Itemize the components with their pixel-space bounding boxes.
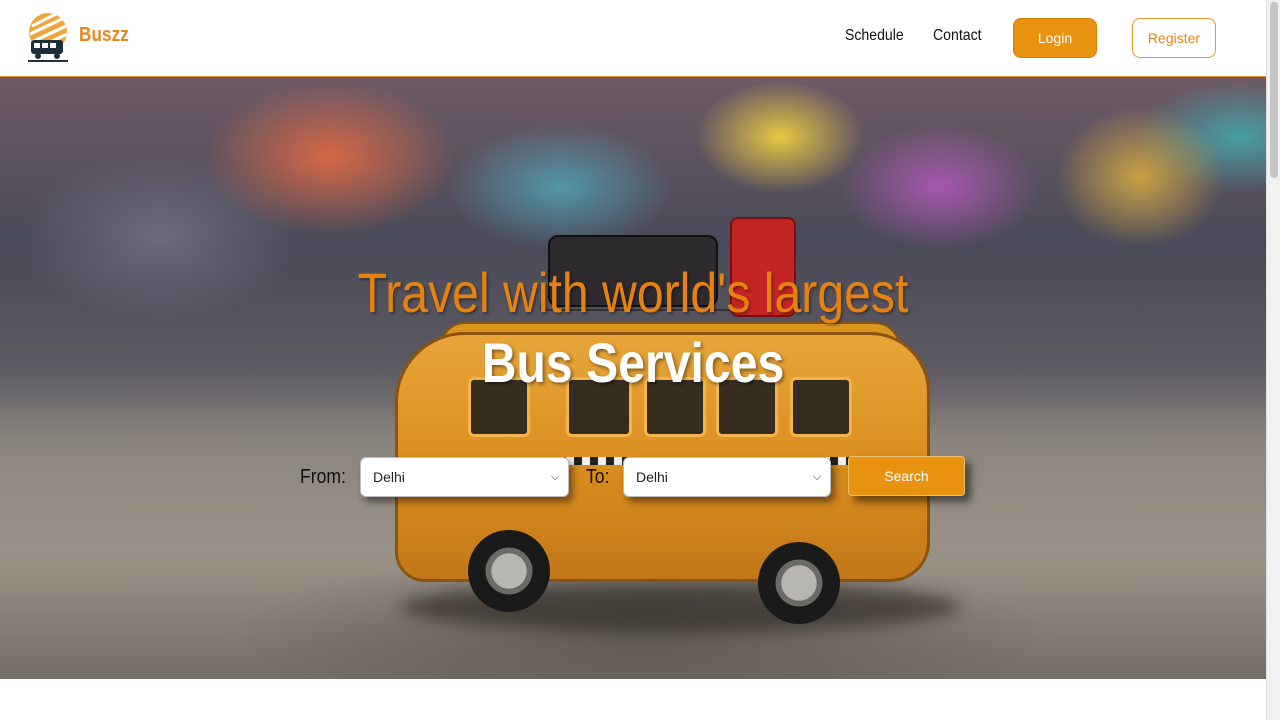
site-header: Buszz Schedule Contact Login Register (0, 0, 1266, 77)
page: Buszz Schedule Contact Login Register Tr… (0, 0, 1280, 720)
nav-link-schedule[interactable]: Schedule (845, 27, 904, 45)
scrollbar-thumb[interactable] (1270, 2, 1278, 178)
hero-subtitle: Bus Services (481, 331, 785, 394)
login-button[interactable]: Login (1013, 18, 1097, 58)
to-select[interactable]: Delhi ⌵ (623, 457, 831, 497)
from-select[interactable]: Delhi ⌵ (360, 457, 569, 497)
bus-wheel-front (468, 530, 550, 612)
from-label: From: (300, 466, 346, 488)
hero-section: Travel with world's largest Bus Services… (0, 77, 1266, 679)
chevron-down-icon: ⌵ (550, 471, 560, 483)
to-select-value: Delhi (636, 469, 668, 485)
chevron-down-icon: ⌵ (812, 471, 822, 483)
nav-link-contact[interactable]: Contact (933, 27, 982, 45)
brand-name[interactable]: Buszz (79, 24, 129, 47)
bus-wheel-rear (758, 542, 840, 624)
register-button[interactable]: Register (1132, 18, 1216, 58)
hero-title: Travel with world's largest (357, 261, 909, 324)
bus-logo-icon[interactable] (28, 12, 68, 64)
to-label: To: (586, 466, 610, 488)
search-button[interactable]: Search (848, 456, 965, 496)
from-select-value: Delhi (373, 469, 405, 485)
page-scrollbar[interactable] (1266, 0, 1280, 720)
